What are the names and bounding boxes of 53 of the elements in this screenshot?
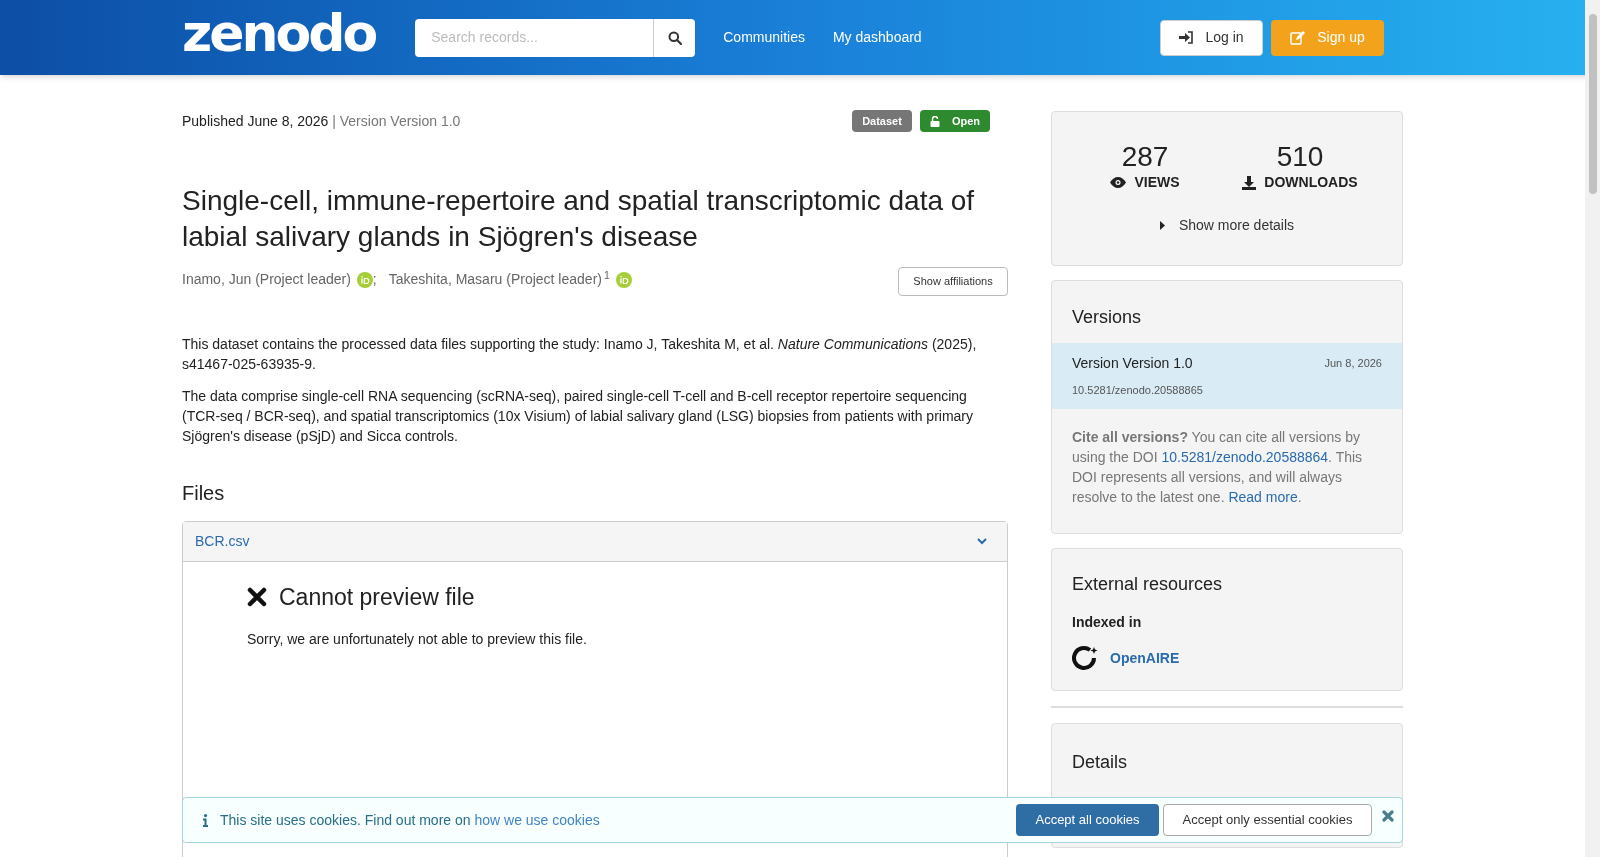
description-paragraph: The data comprise single-cell RNA sequencing (scRNA-seq), paired single-cell T-cell and B-cell receptor repertoire sequencing (TCR-seq / BCR-seq), and spatial transcriptomics (10x Visium) of labial salivary gland (LSG) biopsies from patients with primary Sjögren's disease (pSjD) and Sicca controls. xyxy=(182,387,974,446)
file-name-link[interactable]: BCR.csv xyxy=(195,531,250,552)
downloads-label: DOWNLOADS xyxy=(1264,173,1358,192)
separator: ; xyxy=(372,270,377,289)
description-paragraph: This dataset contains the processed data files supporting the study: Inamo J, Takeshita M, et al. Nature Communications (2025), s41467-025-63935-9. xyxy=(182,335,978,374)
show-affiliations-button[interactable]: Show affiliations xyxy=(898,267,1008,296)
creator-link[interactable]: Inamo, Jun (Project leader) xyxy=(182,269,351,290)
downloads-count: 510 xyxy=(1276,142,1324,172)
cite-all-versions-text: Cite all versions? You can cite all versions by using the DOI 10.5281/zenodo.20588864. This DOI represents all versions, and will always resolve to the latest one. Read more. xyxy=(1071,427,1364,507)
record-title: Single-cell, immune-repertoire and spatial transcriptomic data of labial salivary glands in Sjögren's disease xyxy=(182,184,976,254)
edit-icon xyxy=(1290,30,1306,45)
openaire-logo-icon xyxy=(1072,645,1098,671)
access-badge: Open xyxy=(919,109,990,133)
nav-link[interactable]: Communities xyxy=(723,27,805,48)
details-heading: Details xyxy=(1072,751,1129,774)
eye-icon xyxy=(1110,177,1127,188)
info-icon xyxy=(203,813,208,827)
openaire-link[interactable]: OpenAIRE xyxy=(1110,647,1180,669)
version-label: | Version Version 1.0 xyxy=(332,112,461,129)
files-heading: Files xyxy=(182,481,226,506)
creator-link[interactable]: Takeshita, Masaru (Project leader)$^{1}$ xyxy=(388,269,610,290)
nav-link[interactable]: My dashboard xyxy=(832,27,922,48)
search-icon xyxy=(667,30,682,45)
close-icon[interactable] xyxy=(1382,810,1394,822)
close-icon xyxy=(247,587,267,608)
views-count: 287 xyxy=(1121,142,1169,172)
version-title: Version Version 1.0 xyxy=(1072,354,1193,373)
zenodo-logo[interactable]: zenodo xyxy=(182,6,376,59)
read-more-link[interactable]: Read more xyxy=(1228,488,1298,505)
resource-type-badge: Dataset xyxy=(852,109,912,133)
login-button[interactable]: Log in xyxy=(1160,19,1263,56)
caret-icon xyxy=(1159,221,1165,230)
version-date: Jun 8, 2026 xyxy=(1324,356,1382,372)
cookie-policy-link[interactable]: how we use cookies xyxy=(474,811,600,828)
preview-title: Cannot preview file xyxy=(279,583,475,612)
versions-heading: Versions xyxy=(1071,306,1143,329)
cookie-notice-text: This site uses cookies. Find out more on how we use cookies xyxy=(220,810,600,830)
chevron-icon[interactable] xyxy=(977,538,987,545)
publication-date: Published June 8, 2026 xyxy=(182,112,329,129)
sign-in-icon xyxy=(1179,31,1194,44)
version-item[interactable]: Version Version 1.0 Jun 8, 2026 10.5281/zenodo.20588865 xyxy=(1052,343,1402,409)
unlock-icon xyxy=(929,115,940,127)
external-resources-heading: External resources xyxy=(1072,573,1224,596)
accept-essential-cookies-button[interactable]: Accept only essential cookies xyxy=(1163,804,1372,836)
indexed-in-label: Indexed in xyxy=(1072,613,1143,632)
show-more-details-toggle[interactable]: Show more details xyxy=(1159,215,1295,236)
accept-all-cookies-button[interactable]: Accept all cookies xyxy=(1016,804,1159,836)
preview-message: Sorry, we are unfortunately not able to preview this file. xyxy=(247,629,588,649)
views-label: VIEWS xyxy=(1134,173,1180,192)
download-icon xyxy=(1242,175,1257,190)
version-doi: 10.5281/zenodo.20588865 xyxy=(1072,383,1204,398)
scrollbar[interactable] xyxy=(1585,0,1600,857)
file-header[interactable]: BCR.csv xyxy=(183,522,1007,562)
